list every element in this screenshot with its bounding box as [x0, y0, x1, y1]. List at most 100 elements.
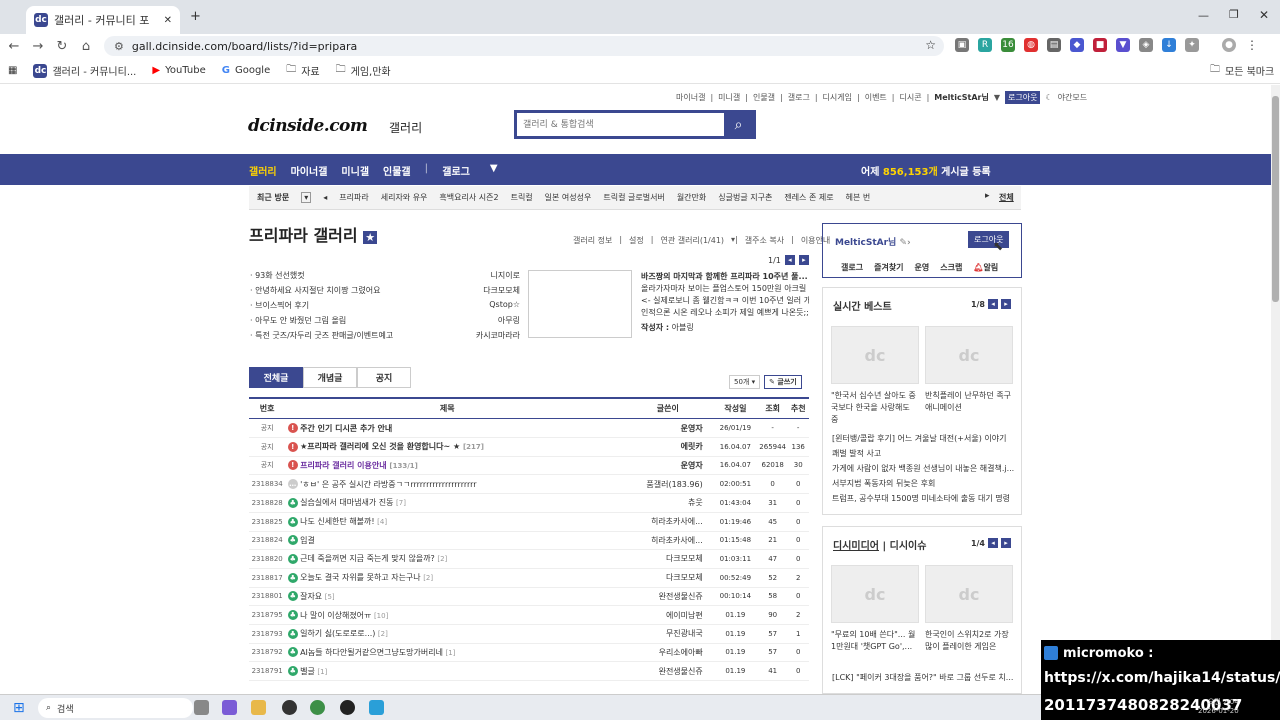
post-writer[interactable]: 완전생물신쥬 [609, 591, 712, 602]
util-link[interactable]: 인물갤 [753, 92, 775, 103]
extension-icon[interactable]: ◈ [1139, 38, 1153, 52]
post-title[interactable]: ★프리파라 갤러리에 오신 것을 환영합니다~ ★ [217] [300, 441, 609, 452]
list-item[interactable]: 쾌벌 발적 사고 [832, 448, 1014, 460]
recent-item[interactable]: 프리파라 [339, 192, 368, 203]
tab-notice[interactable]: 공지 [357, 367, 411, 388]
extension-icon[interactable]: ◆ [1070, 38, 1084, 52]
post-writer[interactable]: 완전생물신쥬 [609, 666, 712, 677]
media-caption[interactable]: 한국인이 스위치2로 가장 많이 플레이한 게임은 [925, 629, 1013, 653]
back-icon[interactable]: ← [2, 39, 26, 54]
post-title[interactable]: 벨글 [1] [300, 666, 609, 677]
app-icon[interactable] [194, 700, 209, 715]
post-writer[interactable]: 운영자 [609, 460, 712, 471]
featured-thumbnail[interactable] [528, 270, 632, 338]
recent-item[interactable]: 흑백요리사 시즌2 [439, 192, 498, 203]
search-icon[interactable]: ⌕ [724, 113, 753, 136]
nav-person[interactable]: 인물갤 [383, 163, 411, 178]
puzzle-icon[interactable]: ✦ [1185, 38, 1199, 52]
post-title[interactable]: 나도 신세한탄 해볼까! [4] [300, 516, 609, 527]
night-mode-toggle[interactable]: 야간모드 [1058, 92, 1087, 103]
apps-grid-icon[interactable]: ▦ [8, 65, 17, 76]
prev-icon[interactable]: ◂ [323, 193, 327, 202]
extension-icon[interactable]: ◍ [1024, 38, 1038, 52]
recent-item[interactable]: 세리자와 유우 [381, 192, 428, 203]
list-item[interactable]: · 브이스찍어 후기 Qstop☆ [250, 300, 520, 315]
reload-icon[interactable]: ↻ [50, 39, 74, 54]
copy-address-link[interactable]: 갤주소 복사 [745, 235, 784, 246]
table-row[interactable]: 공지! 프리파라 갤러리 이용안내 [133/1] 운영자 16.04.07 62018… [249, 456, 809, 476]
alarm-link[interactable]: 🔔︎알림 [973, 262, 998, 273]
table-row[interactable]: 공지! ★프리파라 갤러리에 오신 것을 환영합니다~ ★ [217] 에릿카 16.… [249, 438, 809, 457]
thumbnail[interactable]: dc [925, 565, 1013, 623]
bookmark-star-icon[interactable]: ☆ [925, 38, 936, 52]
list-item[interactable]: [윈터뱅/콜랍 후기] 어느 겨울날 대전(+서울) 이야기 [832, 433, 1014, 445]
extension-icon[interactable]: ▣ [955, 38, 969, 52]
scrollbar-thumb[interactable] [1272, 96, 1279, 302]
folder-icon[interactable] [251, 700, 266, 715]
profile-avatar[interactable]: ● [1222, 38, 1236, 52]
post-title[interactable]: 잘자요 [5] [300, 591, 609, 602]
post-title[interactable]: 근데 죽을꺼면 지금 죽는게 맞지 않을까? [2] [300, 553, 609, 564]
extension-icon[interactable]: R [978, 38, 992, 52]
table-row[interactable]: 2318834 … 'ㅎㅂ' 은 공주 실시간 라방중ㄱㄱrrrrrrrrrrrrr… [249, 475, 809, 495]
post-title[interactable]: 주간 인기 디시콘 추가 안내 [300, 423, 609, 434]
app-icon[interactable] [222, 700, 237, 715]
tab-issue[interactable]: 디시이슈 [890, 541, 927, 552]
prev-icon[interactable]: ◂ [784, 255, 795, 265]
recent-item[interactable]: 싱글벙글 지구촌 [718, 192, 772, 203]
next-icon[interactable]: ▸ [985, 191, 990, 201]
list-item[interactable]: 트럼프, 공수부대 1500명 미네소타에 출동 대기 명령 [832, 493, 1014, 505]
post-title[interactable]: 일하기 싫(도로로로...) [2] [300, 628, 609, 639]
bookmark-gallery[interactable]: dc 갤러리 - 커뮤니티... [33, 63, 136, 78]
recent-item[interactable]: 헤븐 번 [846, 192, 871, 203]
post-writer[interactable]: 품갤러(183.96) [609, 479, 712, 490]
recent-all[interactable]: 전체 [999, 192, 1014, 203]
home-icon[interactable]: ⌂ [74, 39, 98, 54]
list-item[interactable]: 서부지법 폭동자의 뒤늦은 후회 [832, 478, 1014, 490]
logout-button[interactable]: 로그아웃 [1004, 91, 1041, 104]
media-caption[interactable]: "무료의 10배 쓴다"... 월 1만원대 '챗GPT Go',... [831, 629, 919, 653]
next-icon[interactable]: ▸ [798, 255, 809, 265]
recent-item[interactable]: 트릭컬 [511, 192, 533, 203]
list-item[interactable]: 가게에 사람이 없자 백종원 선생님이 내놓은 해결책.j... [832, 463, 1014, 475]
write-button[interactable]: ✎ 글쓰기 [764, 375, 802, 389]
browser-tab[interactable]: dc 갤러리 - 커뮤니티 포 ✕ [26, 6, 180, 34]
best-caption[interactable]: "한국서 십수년 살아도 중국보다 한국을 사랑해도 중 [831, 390, 919, 426]
bookmark-folder[interactable]: 🗀 게임,만화 [336, 62, 391, 79]
user-menu[interactable]: MelticStAr님 [934, 92, 989, 103]
util-link[interactable]: 디시게임 [823, 92, 852, 103]
recent-item[interactable]: 트릭컬 글로벌서버 [603, 192, 664, 203]
per-page-select[interactable]: 50개 ▾ [729, 375, 761, 389]
next-icon[interactable]: ▸ [1001, 299, 1011, 309]
recent-item[interactable]: 월간만화 [677, 192, 706, 203]
chrome-icon[interactable] [310, 700, 325, 715]
dropdown-icon[interactable]: ▾ [301, 192, 312, 203]
util-link[interactable]: 이벤트 [865, 92, 887, 103]
maximize-icon[interactable]: ❐ [1229, 8, 1239, 21]
prev-icon[interactable]: ◂ [988, 299, 998, 309]
list-item[interactable]: · 안녕하세요 사지절단 치이짱 그렸어요 다크모모체 [250, 285, 520, 300]
nav-gallery[interactable]: 갤러리 [249, 163, 277, 178]
extension-icon[interactable]: ↓ [1162, 38, 1176, 52]
scrap-link[interactable]: 스크랩 [940, 262, 962, 273]
site-logo[interactable]: dcinside.com [248, 116, 368, 136]
util-link[interactable]: 디시콘 [900, 92, 922, 103]
forward-icon[interactable]: → [26, 39, 50, 54]
address-bar[interactable]: ⚙ gall.dcinside.com/board/lists/?id=prip… [104, 36, 944, 56]
post-writer[interactable]: 우리소에아빠 [609, 647, 712, 658]
recent-item[interactable]: 일본 여성성우 [545, 192, 592, 203]
extension-icon[interactable]: ■ [1093, 38, 1107, 52]
tab-media[interactable]: 디시미디어 [833, 541, 879, 552]
table-row[interactable]: 공지! 주간 인기 디시콘 추가 안내 운영자 26/01/19 - - [249, 419, 809, 438]
next-icon[interactable]: ▸ [1001, 538, 1011, 548]
app-icon[interactable] [282, 700, 297, 715]
close-tab-icon[interactable]: ✕ [164, 15, 172, 26]
prev-icon[interactable]: ◂ [988, 538, 998, 548]
recent-item[interactable]: 젠레스 존 제로 [784, 192, 833, 203]
list-item[interactable]: · 특전 굿즈/자두리 굿즈 판매글/이벤트예고 카시코마라라 [250, 330, 520, 345]
logout-button[interactable]: 로그아웃 [968, 231, 1010, 248]
list-item[interactable]: [LCK] "페이커 3대장을 품어?" 바로 그룹 선두로 치... [832, 672, 1014, 684]
caret-down-icon[interactable]: ▼ [490, 163, 498, 178]
user-name[interactable]: MelticStAr님 ✎› [835, 235, 911, 248]
best-caption[interactable]: 반칙플레이 난무하던 족구 애니메이션 [925, 390, 1013, 414]
